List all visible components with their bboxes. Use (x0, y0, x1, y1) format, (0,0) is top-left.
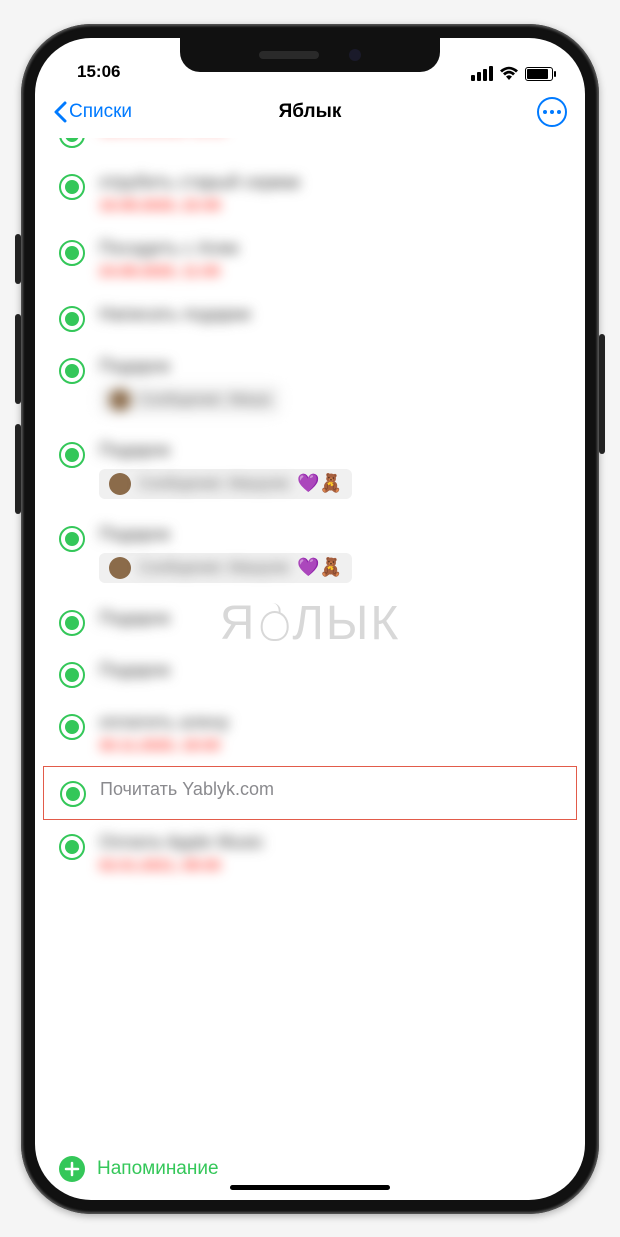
back-label: Списки (69, 101, 132, 123)
status-time: 15:06 (63, 62, 120, 82)
avatar-icon (109, 473, 131, 495)
ellipsis-icon (543, 110, 561, 114)
new-reminder-button[interactable]: Напоминание (35, 1142, 585, 1200)
complete-toggle[interactable] (59, 240, 85, 266)
complete-toggle[interactable] (59, 358, 85, 384)
reminder-row[interactable]: Подарок Сообщение: Миша (35, 344, 585, 428)
battery-icon (525, 67, 553, 81)
complete-toggle[interactable] (60, 781, 86, 807)
screen: 15:06 Списки Яблык Я ЛЫК (35, 38, 585, 1200)
cellular-icon (471, 66, 493, 81)
reminder-title: Почитать Yablyk.com (100, 779, 566, 800)
phone-frame: 15:06 Списки Яблык Я ЛЫК (21, 24, 599, 1214)
reminder-row-highlighted[interactable]: Почитать Yablyk.com (43, 766, 577, 820)
contact-chip[interactable]: Сообщение: Машулю💜🧸 (99, 553, 352, 583)
reminder-row[interactable]: заполнение поля (35, 138, 585, 160)
nav-bar: Списки Яблык (35, 86, 585, 138)
reminder-sub: 30.11.2020, 18:00 (99, 737, 567, 754)
avatar-icon (109, 389, 131, 411)
notch (180, 38, 440, 72)
emoji-icon: 💜🧸 (297, 473, 342, 494)
complete-toggle[interactable] (59, 526, 85, 552)
reminder-title: Подарок (99, 524, 567, 545)
new-reminder-label: Напоминание (97, 1158, 219, 1180)
complete-toggle[interactable] (59, 662, 85, 688)
home-indicator[interactable] (230, 1185, 390, 1190)
reminder-sub: 24.08.2020, 11:00 (99, 263, 567, 280)
reminder-sub: 02.01.2021, 08:00 (99, 857, 567, 874)
avatar-icon (109, 557, 131, 579)
complete-toggle[interactable] (59, 138, 85, 148)
reminder-sub: 16.08.2020, 22:00 (99, 197, 567, 214)
complete-toggle[interactable] (59, 306, 85, 332)
reminder-row[interactable]: Подарок Сообщение: Машулю💜🧸 (35, 512, 585, 596)
complete-toggle[interactable] (59, 610, 85, 636)
complete-toggle[interactable] (59, 174, 85, 200)
reminder-title: Оплата Apple Music (99, 832, 567, 853)
contact-chip[interactable]: Сообщение: Машулю💜🧸 (99, 469, 352, 499)
complete-toggle[interactable] (59, 442, 85, 468)
plus-icon (59, 1156, 85, 1182)
reminder-row[interactable]: Посадить с Алик 24.08.2020, 11:00 (35, 226, 585, 292)
reminder-row[interactable]: Подарок Сообщение: Машулю💜🧸 (35, 428, 585, 512)
complete-toggle[interactable] (59, 714, 85, 740)
reminder-row[interactable]: отрубить старый сервак 16.08.2020, 22:00 (35, 160, 585, 226)
reminder-row[interactable]: Написать подарки (35, 292, 585, 344)
reminder-row[interactable]: оплатить алену 30.11.2020, 18:00 (35, 700, 585, 766)
complete-toggle[interactable] (59, 834, 85, 860)
wifi-icon (499, 66, 519, 82)
reminder-title: Подарок (99, 608, 567, 629)
reminder-title: Подарок (99, 356, 567, 377)
reminder-title: отрубить старый сервак (99, 172, 567, 193)
reminder-row[interactable]: Подарок (35, 596, 585, 648)
reminder-title: Подарок (99, 440, 567, 461)
back-button[interactable]: Списки (53, 101, 132, 123)
reminder-row[interactable]: Оплата Apple Music 02.01.2021, 08:00 (35, 820, 585, 886)
emoji-icon: 💜🧸 (297, 557, 342, 578)
reminder-row[interactable]: Подарок (35, 648, 585, 700)
reminder-title: Подарок (99, 660, 567, 681)
reminder-title: Написать подарки (99, 304, 567, 325)
chevron-left-icon (53, 101, 67, 123)
reminder-title: Посадить с Алик (99, 238, 567, 259)
more-button[interactable] (537, 97, 567, 127)
reminder-title: оплатить алену (99, 712, 567, 733)
contact-chip[interactable]: Сообщение: Миша (99, 385, 280, 415)
reminders-list[interactable]: Я ЛЫК заполнение поля отрубить старый се… (35, 138, 585, 1142)
